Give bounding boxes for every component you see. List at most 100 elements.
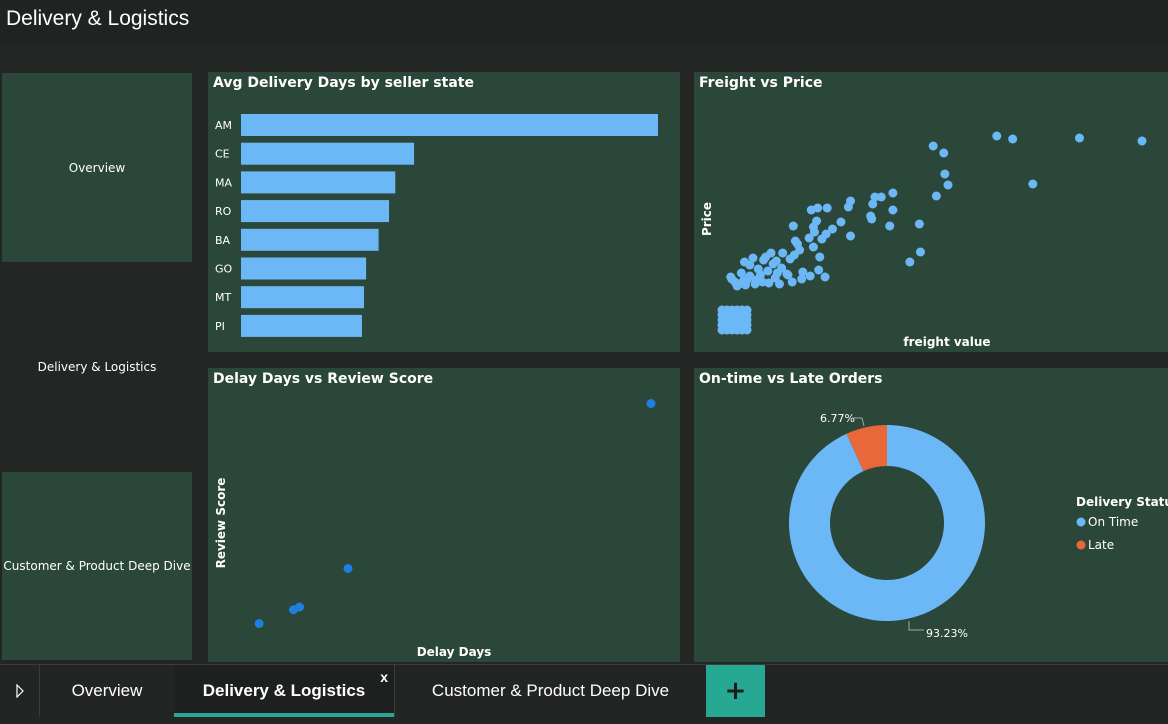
legend-title: Delivery Status bbox=[1076, 495, 1168, 509]
nav-button-overview[interactable]: Overview bbox=[2, 73, 192, 262]
tab-overview[interactable]: Overview bbox=[40, 665, 174, 717]
triangle-right-icon bbox=[15, 684, 24, 698]
donut-chart-panel[interactable]: On-time vs Late Orders Delivery Status 9… bbox=[694, 368, 1168, 662]
scatter-point bbox=[778, 248, 788, 258]
scatter-point bbox=[817, 234, 827, 244]
collapse-pane-button[interactable] bbox=[0, 665, 40, 717]
legend-marker bbox=[1076, 517, 1086, 527]
scatter-point bbox=[931, 191, 941, 201]
page-tab-bar: Overview Delivery & Logistics x Customer… bbox=[0, 664, 1168, 724]
scatter-point bbox=[732, 281, 742, 291]
scatter-point bbox=[741, 280, 751, 290]
bar bbox=[241, 171, 396, 194]
scatter-point bbox=[1008, 134, 1018, 144]
bar-chart-panel[interactable]: Avg Delivery Days by seller state AM CE MA… bbox=[208, 72, 680, 352]
category-label: RO bbox=[215, 205, 232, 218]
scatter-point bbox=[343, 564, 353, 573]
category-label: GO bbox=[215, 263, 233, 276]
nav-button-label: Customer & Product Deep Dive bbox=[3, 559, 191, 573]
donut-chart: Delivery Status 93.23% 6.77% On Time Late bbox=[789, 412, 1168, 640]
y-axis-label: Price bbox=[700, 202, 714, 236]
scatter-point bbox=[742, 305, 752, 315]
close-tab-button[interactable]: x bbox=[380, 669, 388, 685]
data-label: 93.23% bbox=[926, 627, 968, 640]
scatter-point bbox=[836, 217, 846, 227]
scatter-point bbox=[1028, 179, 1038, 189]
data-label: 6.77% bbox=[820, 412, 855, 425]
scatter-point bbox=[1074, 133, 1084, 143]
freight-scatter-chart: freight value Price bbox=[700, 131, 1147, 349]
report-header: Delivery & Logistics bbox=[0, 0, 1168, 44]
bar bbox=[241, 142, 415, 165]
bar bbox=[241, 200, 390, 223]
delay-scatter-panel[interactable]: Delay Days vs Review Score Delay Days Re… bbox=[208, 368, 680, 662]
nav-button-label: Overview bbox=[68, 160, 126, 175]
scatter-point bbox=[943, 180, 953, 190]
scatter-point bbox=[787, 277, 797, 287]
nav-button-delivery-logistics[interactable]: Delivery & Logistics bbox=[2, 264, 192, 470]
category-label: MA bbox=[215, 176, 232, 189]
scatter-point bbox=[888, 205, 898, 215]
category-label: BA bbox=[215, 234, 231, 247]
scatter-point bbox=[814, 265, 824, 275]
scatter-point bbox=[750, 279, 760, 289]
scatter-point bbox=[764, 278, 774, 288]
scatter-point bbox=[804, 233, 814, 243]
scatter-point bbox=[843, 202, 853, 212]
category-label: CE bbox=[215, 148, 230, 161]
scatter-point bbox=[726, 272, 736, 282]
freight-scatter-panel[interactable]: Freight vs Price freight value Price bbox=[694, 72, 1168, 352]
scatter-point bbox=[939, 148, 949, 158]
scatter-point bbox=[295, 602, 305, 612]
scatter-point bbox=[867, 214, 877, 224]
bar bbox=[241, 257, 367, 280]
delay-scatter-chart: Delay Days Review Score bbox=[214, 399, 656, 659]
scatter-point bbox=[815, 252, 825, 262]
scatter-point bbox=[940, 169, 950, 179]
x-axis-label: freight value bbox=[903, 335, 990, 349]
bar bbox=[241, 114, 658, 136]
legend-label: On Time bbox=[1088, 515, 1138, 529]
category-label: MT bbox=[215, 291, 231, 304]
y-axis-label: Review Score bbox=[214, 478, 228, 569]
scatter-point bbox=[992, 131, 1002, 141]
category-label: PI bbox=[215, 320, 225, 333]
scatter-point bbox=[888, 188, 898, 198]
scatter-point bbox=[797, 274, 807, 284]
scatter-point bbox=[759, 255, 769, 265]
scatter-point bbox=[805, 271, 815, 281]
scatter-point bbox=[905, 257, 915, 267]
add-page-button[interactable]: + bbox=[706, 665, 765, 717]
plus-icon: + bbox=[724, 676, 747, 706]
scatter-point bbox=[915, 247, 925, 257]
tab-label: Delivery & Logistics bbox=[202, 681, 366, 700]
scatter-point bbox=[822, 203, 832, 213]
legend-marker bbox=[1076, 540, 1086, 550]
bar bbox=[241, 286, 365, 309]
scatter-point bbox=[885, 221, 895, 231]
scatter-point bbox=[914, 219, 924, 229]
scatter-point bbox=[808, 242, 818, 252]
nav-button-label: Delivery & Logistics bbox=[37, 360, 157, 374]
category-label: AM bbox=[215, 119, 232, 132]
scatter-point bbox=[745, 260, 755, 270]
tab-delivery-logistics[interactable]: Delivery & Logistics x bbox=[174, 665, 394, 717]
scatter-point bbox=[868, 199, 878, 209]
bar bbox=[241, 228, 379, 251]
bar-chart: AM CE MA RO BA GO MT PI bbox=[215, 114, 658, 337]
scatter-point bbox=[846, 231, 855, 241]
nav-button-customer-product[interactable]: Customer & Product Deep Dive bbox=[2, 472, 192, 660]
leader-line bbox=[908, 621, 924, 631]
bar bbox=[241, 314, 362, 337]
scatter-point bbox=[928, 141, 938, 151]
scatter-point bbox=[774, 279, 784, 289]
tab-label: Overview bbox=[71, 681, 143, 700]
scatter-point bbox=[1137, 136, 1147, 146]
legend-label: Late bbox=[1088, 538, 1114, 552]
page-title: Delivery & Logistics bbox=[6, 7, 190, 30]
tab-customer-product[interactable]: Customer & Product Deep Dive bbox=[395, 665, 706, 717]
scatter-point bbox=[806, 205, 816, 215]
scatter-point bbox=[785, 254, 795, 264]
x-axis-label: Delay Days bbox=[417, 645, 492, 659]
scatter-point bbox=[646, 399, 656, 408]
